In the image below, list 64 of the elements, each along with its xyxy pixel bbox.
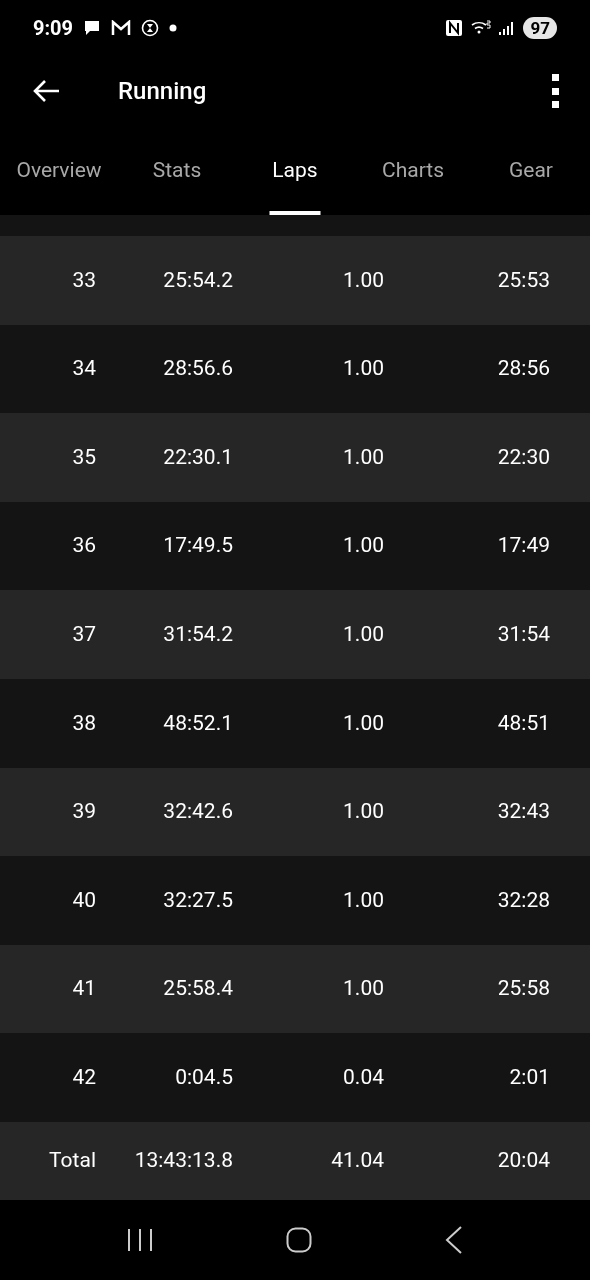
table-cell: 1.00 <box>343 976 384 1001</box>
table-cell: 40 <box>72 887 96 912</box>
nfc-icon <box>445 19 464 37</box>
tab[interactable]: Laps <box>236 126 354 215</box>
table-cell: Total <box>49 1148 96 1173</box>
table-cell: 1.00 <box>343 887 384 912</box>
table-cell: 22:30 <box>497 444 550 469</box>
table-cell: 32:27.5 <box>163 887 233 912</box>
table-cell: 32:42.6 <box>163 799 233 824</box>
table-cell: 48:52.1 <box>163 710 233 735</box>
table-cell: 32:28 <box>497 887 550 912</box>
table-cell: 36 <box>72 533 96 558</box>
tab[interactable]: Stats <box>118 126 236 215</box>
table-cell: 1.00 <box>343 710 384 735</box>
dot-icon <box>169 24 178 32</box>
table-cell: 1.00 <box>343 533 384 558</box>
table-cell: 32:43 <box>497 799 550 824</box>
home-icon[interactable] <box>286 1226 312 1253</box>
page-title: Running <box>118 76 208 107</box>
table-cell: 34 <box>72 356 96 381</box>
table-cell: 1.00 <box>343 267 384 292</box>
hourglass-icon <box>141 19 160 37</box>
table-cell: 22:30.1 <box>163 444 233 469</box>
table-cell: 37 <box>72 621 96 646</box>
table-cell: 17:49 <box>497 533 550 558</box>
table-cell: 25:58.4 <box>163 976 233 1001</box>
tab[interactable]: Charts <box>354 126 472 215</box>
table-cell: 41 <box>72 976 96 1001</box>
tab[interactable]: Overview <box>0 126 118 215</box>
table-cell: 0:04.5 <box>175 1064 233 1089</box>
table-cell: 20:04 <box>497 1148 550 1173</box>
table-cell: 42 <box>72 1064 96 1089</box>
table-cell: 1.00 <box>343 444 384 469</box>
table-cell: 28:56 <box>497 356 550 381</box>
table-cell: 48:51 <box>497 710 550 735</box>
table-cell: 41.04 <box>331 1148 384 1173</box>
table-cell: 38 <box>72 710 96 735</box>
wifi-icon <box>471 20 492 36</box>
table-cell: 39 <box>72 799 96 824</box>
chat-icon <box>83 20 102 36</box>
table-cell: 25:58 <box>497 976 550 1001</box>
back-arrow-icon <box>32 79 60 103</box>
table-cell: 1.00 <box>343 621 384 646</box>
table-cell: 33 <box>72 267 96 292</box>
back-icon[interactable] <box>445 1225 464 1254</box>
table-cell: 25:53 <box>497 267 550 292</box>
signal-icon <box>499 20 516 36</box>
mail-icon <box>111 20 132 36</box>
status-time: 9:09 <box>33 15 74 42</box>
tab[interactable]: Gear <box>472 126 590 215</box>
table-cell: 28:56.6 <box>163 356 233 381</box>
table-cell: 31:54 <box>497 621 550 646</box>
table-cell: 1.00 <box>343 356 384 381</box>
battery-badge: 97 <box>523 17 557 39</box>
table-cell: 17:49.5 <box>163 533 233 558</box>
table-cell: 31:54.2 <box>163 621 233 646</box>
table-cell: 2:01 <box>509 1064 550 1089</box>
recent-apps-icon[interactable] <box>126 1227 153 1252</box>
more-options-button[interactable] <box>550 74 560 108</box>
table-cell: 13:43:13.8 <box>134 1148 233 1173</box>
table-cell: 1.00 <box>343 799 384 824</box>
table-cell: 35 <box>72 444 96 469</box>
table-cell: 0.04 <box>343 1064 384 1089</box>
table-cell: 25:54.2 <box>163 267 233 292</box>
